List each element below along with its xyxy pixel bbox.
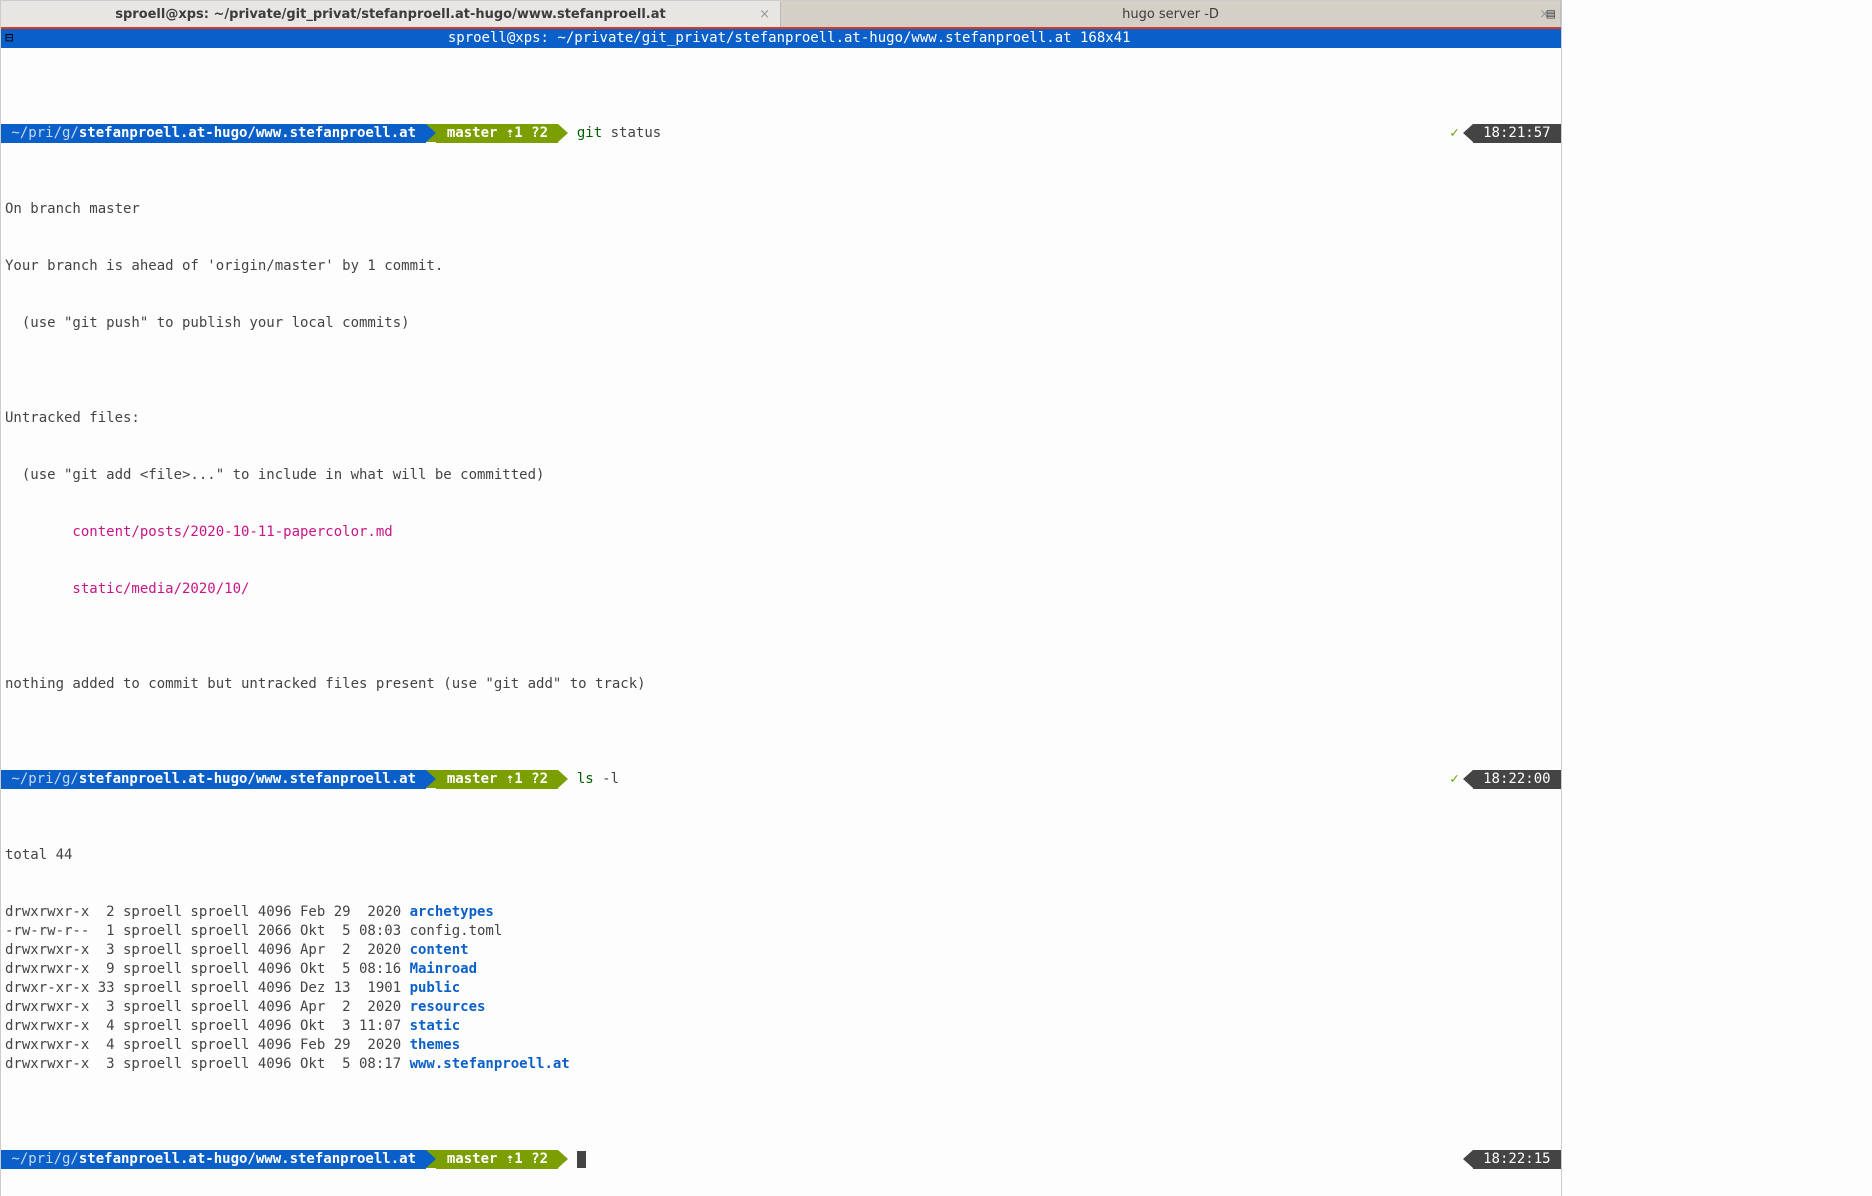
ls-row: drwxrwxr-x 9 sproell sproell 4096 Okt 5 …	[1, 960, 1561, 979]
prompt-branch: master ⇡1 ?2	[436, 1150, 558, 1169]
prompt-path: ~/pri/g/stefanproell.at-hugo/www.stefanp…	[1, 1150, 426, 1169]
powerline-arrow-icon	[558, 1150, 568, 1168]
timestamp: 18:22:00	[1473, 770, 1561, 789]
output-line: Your branch is ahead of 'origin/master' …	[1, 257, 1561, 276]
tab-title: sproell@xps: ~/private/git_privat/stefan…	[115, 5, 666, 24]
terminal-body[interactable]: ~/pri/g/stefanproell.at-hugo/www.stefanp…	[1, 48, 1561, 1196]
terminal-window: sproell@xps: ~/private/git_privat/stefan…	[0, 0, 1562, 1196]
tab-active[interactable]: sproell@xps: ~/private/git_privat/stefan…	[1, 1, 781, 27]
ls-row: -rw-rw-r-- 1 sproell sproell 2066 Okt 5 …	[1, 922, 1561, 941]
check-icon: ✓	[1450, 770, 1458, 789]
prompt-branch: master ⇡1 ?2	[436, 770, 558, 789]
close-icon[interactable]: ×	[759, 5, 770, 24]
untracked-file: content/posts/2020-10-11-papercolor.md	[1, 523, 1561, 542]
prompt-line: ~/pri/g/stefanproell.at-hugo/www.stefanp…	[1, 770, 1561, 789]
output-line: (use "git add <file>..." to include in w…	[1, 466, 1561, 485]
ls-row: drwxrwxr-x 4 sproell sproell 4096 Okt 3 …	[1, 1017, 1561, 1036]
powerline-arrow-icon	[558, 770, 568, 788]
tab-title: hugo server -D	[1122, 5, 1219, 24]
cursor	[568, 1150, 585, 1169]
prompt-branch: master ⇡1 ?2	[436, 124, 558, 143]
ls-row: drwxrwxr-x 3 sproell sproell 4096 Okt 5 …	[1, 1055, 1561, 1074]
ls-row: drwxrwxr-x 3 sproell sproell 4096 Apr 2 …	[1, 998, 1561, 1017]
prompt-path: ~/pri/g/stefanproell.at-hugo/www.stefanp…	[1, 124, 426, 143]
prompt-line: ~/pri/g/stefanproell.at-hugo/www.stefanp…	[1, 1150, 1561, 1169]
output-line: (use "git push" to publish your local co…	[1, 314, 1561, 333]
command: git status	[568, 124, 661, 143]
powerline-arrow-left-icon	[1463, 124, 1473, 142]
title-text: sproell@xps: ~/private/git_privat/stefan…	[17, 29, 1561, 48]
powerline-arrow-icon	[426, 1150, 436, 1168]
prompt-path: ~/pri/g/stefanproell.at-hugo/www.stefanp…	[1, 770, 426, 789]
output-line: total 44	[1, 846, 1561, 865]
powerline-arrow-icon	[558, 124, 568, 142]
timestamp: 18:22:15	[1473, 1150, 1561, 1169]
output-line: On branch master	[1, 200, 1561, 219]
tab-bar: sproell@xps: ~/private/git_privat/stefan…	[1, 1, 1561, 29]
title-bar: ⊟ sproell@xps: ~/private/git_privat/stef…	[1, 29, 1561, 48]
powerline-arrow-icon	[426, 770, 436, 788]
powerline-arrow-icon	[426, 124, 436, 142]
untracked-file: static/media/2020/10/	[1, 580, 1561, 599]
powerline-arrow-left-icon	[1463, 770, 1473, 788]
ls-row: drwxrwxr-x 4 sproell sproell 4096 Feb 29…	[1, 1036, 1561, 1055]
ls-row: drwxrwxr-x 2 sproell sproell 4096 Feb 29…	[1, 903, 1561, 922]
timestamp: 18:21:57	[1473, 124, 1561, 143]
prompt-line: ~/pri/g/stefanproell.at-hugo/www.stefanp…	[1, 124, 1561, 143]
ls-row: drwxrwxr-x 3 sproell sproell 4096 Apr 2 …	[1, 941, 1561, 960]
ls-row: drwxr-xr-x 33 sproell sproell 4096 Dez 1…	[1, 979, 1561, 998]
output-line: nothing added to commit but untracked fi…	[1, 675, 1561, 694]
output-line: Untracked files:	[1, 409, 1561, 428]
powerline-arrow-left-icon	[1463, 1150, 1473, 1168]
menu-icon[interactable]: ▤	[1547, 5, 1555, 24]
split-icon: ⊟	[5, 29, 13, 48]
command: ls -l	[568, 770, 619, 789]
tab-inactive[interactable]: hugo server -D ×	[781, 1, 1561, 27]
check-icon: ✓	[1450, 124, 1458, 143]
